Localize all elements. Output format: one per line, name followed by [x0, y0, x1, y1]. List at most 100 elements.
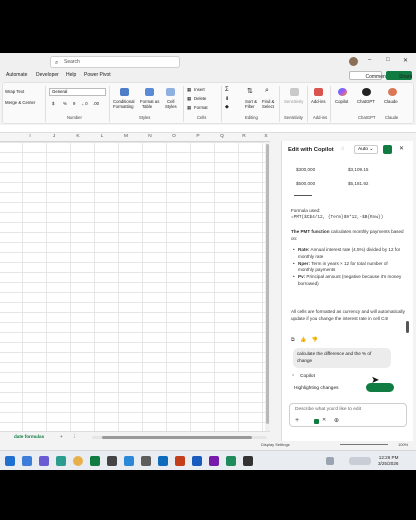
- close-pane-icon[interactable]: ✕: [399, 145, 404, 152]
- sort-filter-label-2[interactable]: Filter: [245, 104, 255, 109]
- new-chat-icon[interactable]: [383, 145, 392, 154]
- column-header[interactable]: J: [42, 134, 66, 139]
- taskbar-app-icon[interactable]: [209, 456, 219, 466]
- copilot-button[interactable]: Copilot: [335, 99, 348, 104]
- column-header[interactable]: K: [66, 134, 90, 139]
- excel-icon[interactable]: [90, 456, 100, 466]
- delete-cells-icon[interactable]: ▦: [187, 96, 191, 102]
- cell-styles-icon[interactable]: [166, 88, 175, 96]
- claude-button[interactable]: Claude: [384, 99, 398, 104]
- taskbar-app-icon[interactable]: [158, 456, 168, 466]
- column-header[interactable]: S: [254, 134, 270, 139]
- search-box[interactable]: ⌕ Search: [50, 56, 180, 68]
- tab-help[interactable]: Help: [66, 72, 76, 78]
- format-as-table-label-2[interactable]: Table: [142, 104, 152, 109]
- start-icon[interactable]: [5, 456, 15, 466]
- clear-icon[interactable]: ◆: [225, 104, 229, 110]
- cell-grid[interactable]: [0, 142, 265, 431]
- taskbar-app-icon[interactable]: [56, 456, 66, 466]
- column-header[interactable]: O: [162, 134, 186, 139]
- insert-button[interactable]: Insert: [194, 87, 205, 92]
- sensitivity-icon[interactable]: [290, 88, 299, 96]
- add-ins-button[interactable]: Add-ins: [311, 99, 326, 104]
- taskbar-app-icon[interactable]: [39, 456, 49, 466]
- maximize-button[interactable]: □: [386, 57, 390, 63]
- formula-bar[interactable]: [0, 125, 416, 133]
- remove-context-icon[interactable]: ✕: [322, 417, 326, 423]
- zoom-level[interactable]: 100%: [398, 442, 408, 447]
- conditional-formatting-icon[interactable]: [120, 88, 129, 96]
- horizontal-scrollbar[interactable]: [92, 436, 267, 439]
- format-button[interactable]: Format: [194, 105, 208, 110]
- column-header[interactable]: N: [138, 134, 162, 139]
- chatgpt-button[interactable]: ChatGPT: [357, 99, 375, 104]
- share-button[interactable]: Share: [386, 71, 412, 80]
- taskbar-app-icon[interactable]: [107, 456, 117, 466]
- pane-scrollbar[interactable]: [406, 321, 409, 333]
- shield-icon[interactable]: ◌: [341, 146, 345, 152]
- increase-decimal-button[interactable]: ←0: [81, 101, 88, 106]
- percent-button[interactable]: %: [63, 101, 67, 106]
- decrease-decimal-button[interactable]: .00: [93, 101, 99, 106]
- tray-status-icons[interactable]: [349, 457, 371, 465]
- wrap-text-button[interactable]: Wrap Text: [5, 89, 24, 94]
- minimize-button[interactable]: –: [368, 57, 371, 63]
- more-sheets-icon[interactable]: ⋮: [72, 434, 77, 440]
- taskbar-app-icon[interactable]: [226, 456, 236, 466]
- taskbar-app-icon[interactable]: [243, 456, 253, 466]
- comma-button[interactable]: 9: [73, 101, 75, 106]
- add-attachment-icon[interactable]: +: [295, 417, 299, 424]
- workbook-context-icon[interactable]: [314, 419, 319, 424]
- conditional-formatting-label-2[interactable]: Formatting: [113, 104, 134, 109]
- insert-cells-icon[interactable]: ▦: [187, 87, 191, 93]
- taskbar-app-icon[interactable]: [141, 456, 151, 466]
- find-select-label-2[interactable]: Select: [262, 104, 274, 109]
- claude-icon[interactable]: [388, 88, 397, 96]
- table-scrollbar[interactable]: [294, 195, 312, 196]
- tab-automate[interactable]: Automate: [6, 72, 27, 78]
- clock[interactable]: 12:26 PM 3/25/2026: [378, 455, 398, 467]
- format-cells-icon[interactable]: ▦: [187, 105, 191, 111]
- vertical-scrollbar[interactable]: [265, 142, 270, 431]
- sort-filter-icon[interactable]: ⇅: [247, 87, 253, 95]
- avatar[interactable]: [349, 57, 358, 66]
- prompt-input[interactable]: Describe what you'd like to edit + ✕ ⊕: [289, 403, 407, 427]
- zoom-slider[interactable]: [340, 444, 388, 445]
- taskbar-app-icon[interactable]: [175, 456, 185, 466]
- column-header[interactable]: Q: [210, 134, 234, 139]
- column-header[interactable]: L: [90, 134, 114, 139]
- add-ins-icon[interactable]: [314, 88, 323, 96]
- chatgpt-icon[interactable]: [362, 88, 371, 96]
- find-select-icon[interactable]: ⌕: [265, 87, 269, 95]
- add-sheet-icon[interactable]: +: [60, 434, 63, 439]
- column-header[interactable]: R: [232, 134, 256, 139]
- tray-icon[interactable]: [326, 457, 334, 465]
- scroll-thumb[interactable]: [266, 144, 269, 424]
- number-format-select[interactable]: General: [49, 88, 106, 96]
- tab-power-pivot[interactable]: Power Pivot: [84, 72, 111, 78]
- chrome-icon[interactable]: [73, 456, 83, 466]
- delete-button[interactable]: Delete: [194, 96, 206, 101]
- display-settings[interactable]: Display Settings: [261, 442, 290, 447]
- spreadsheet-grid[interactable]: I J K L M N O P Q R S: [0, 133, 270, 431]
- autosum-icon[interactable]: Σ: [225, 87, 229, 93]
- web-search-icon[interactable]: ⊕: [334, 417, 339, 424]
- taskbar-app-icon[interactable]: [22, 456, 32, 466]
- merge-center-button[interactable]: Merge & Center: [5, 100, 35, 105]
- word-icon[interactable]: [192, 456, 202, 466]
- mode-dropdown[interactable]: Auto ⌄: [354, 145, 378, 154]
- tab-developer[interactable]: Developer: [36, 72, 59, 78]
- copilot-icon[interactable]: [338, 88, 347, 96]
- taskbar-app-icon[interactable]: [124, 456, 134, 466]
- scroll-thumb[interactable]: [102, 436, 252, 439]
- comments-button[interactable]: Comments: [349, 71, 390, 80]
- close-button[interactable]: ✕: [403, 57, 408, 64]
- column-header[interactable]: M: [114, 134, 138, 139]
- cell-styles-label-2[interactable]: Styles: [165, 104, 177, 109]
- column-header[interactable]: P: [186, 134, 210, 139]
- fill-icon[interactable]: ⬇: [225, 96, 229, 102]
- format-as-table-icon[interactable]: [145, 88, 154, 96]
- feedback-icons[interactable]: ⧉ 👍 👎: [291, 337, 320, 343]
- sheet-tab-date-formulas[interactable]: date formulas: [14, 434, 44, 439]
- column-header[interactable]: I: [18, 134, 42, 139]
